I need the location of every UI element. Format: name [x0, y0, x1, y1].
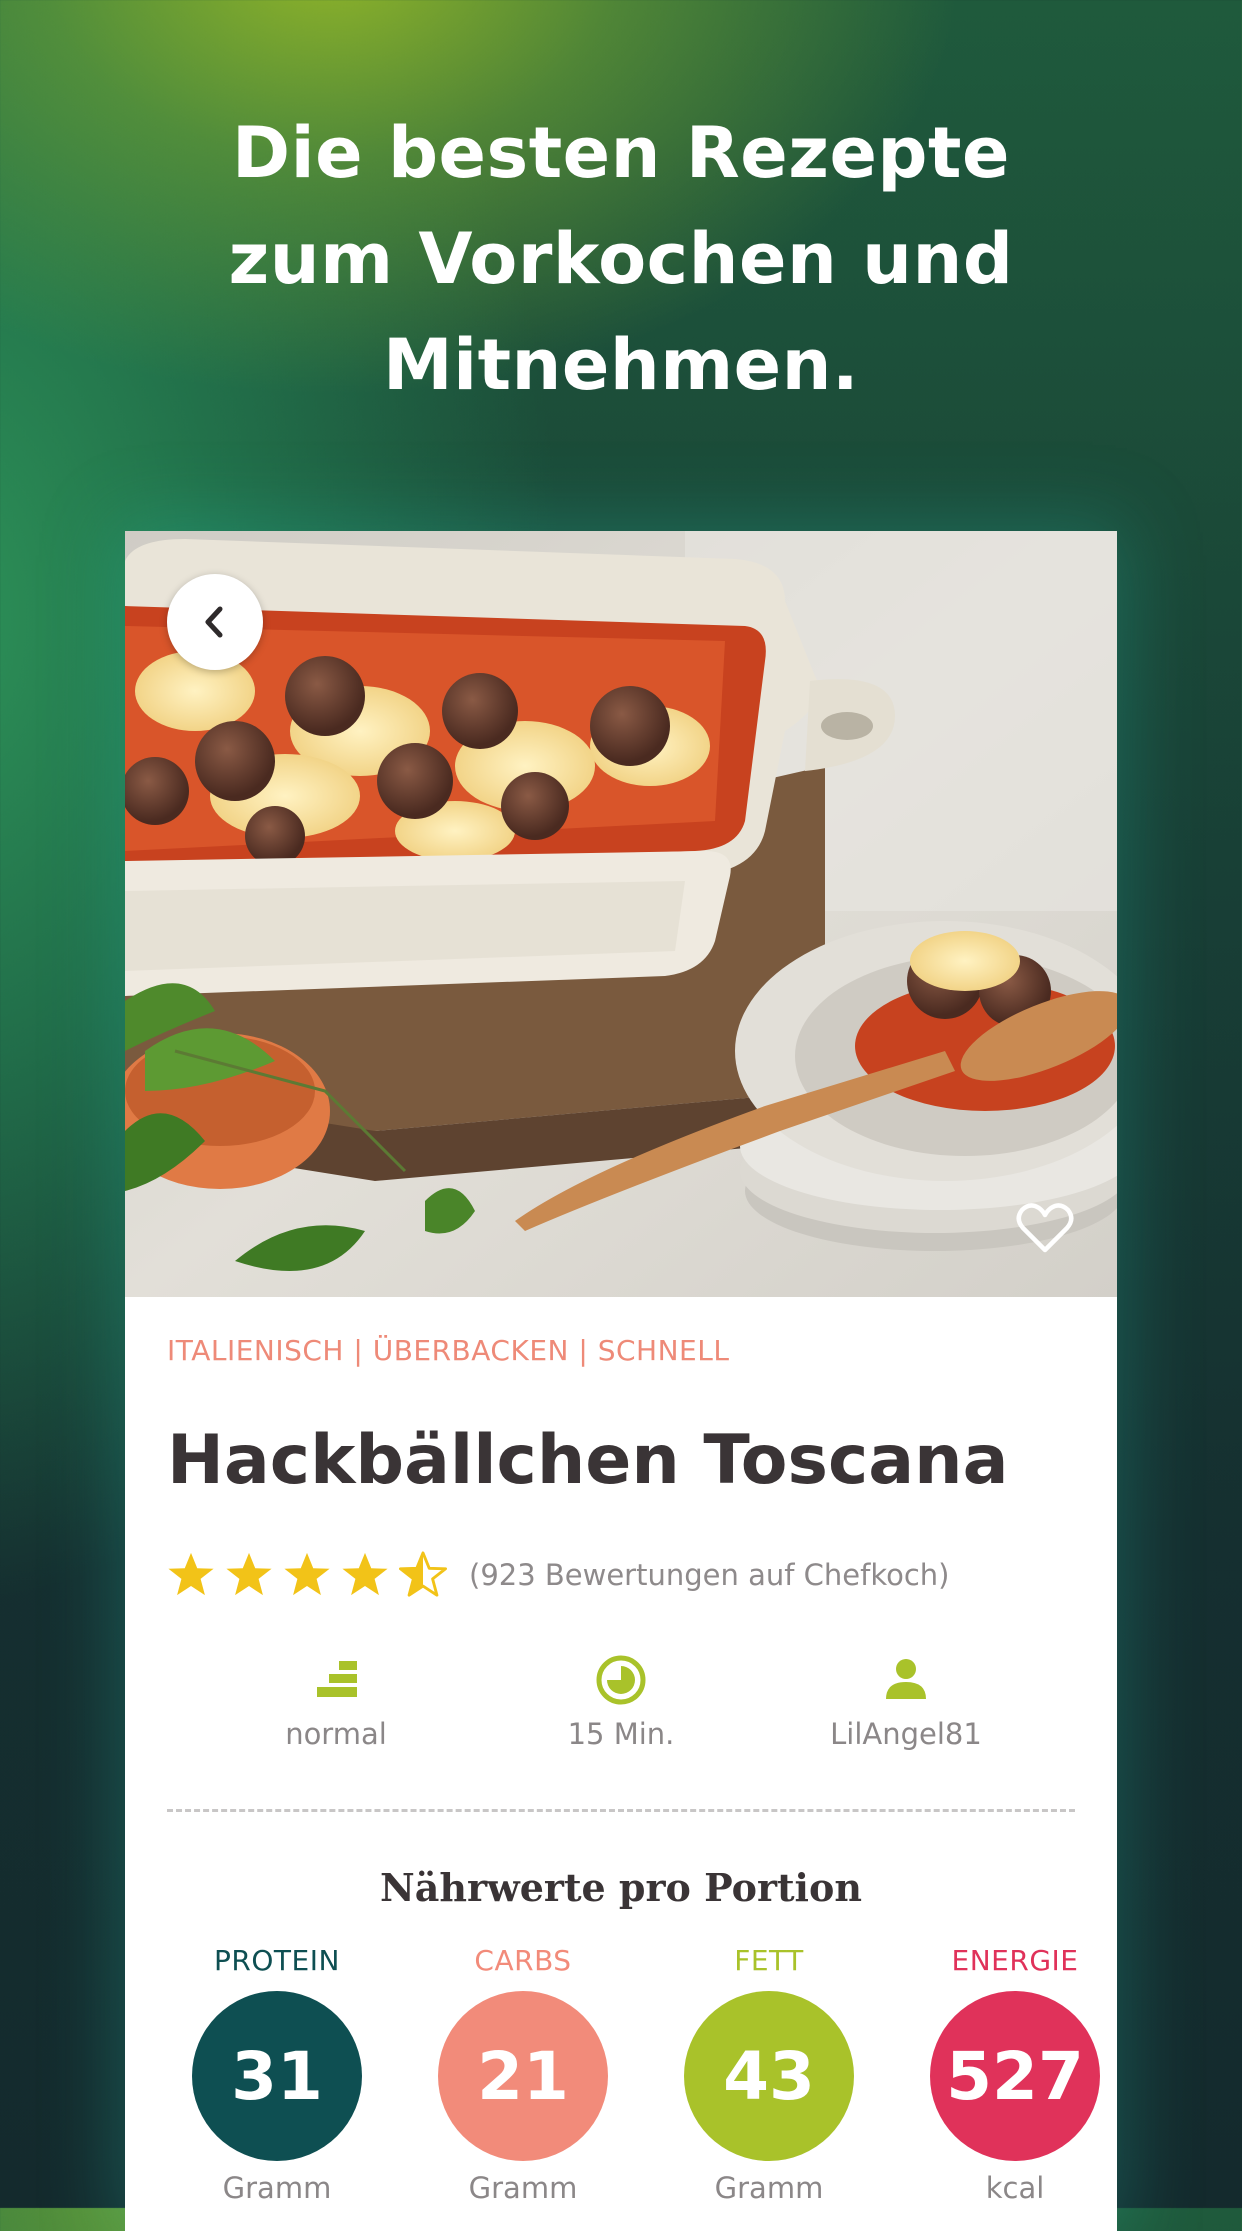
star-icon [342, 1552, 388, 1596]
meta-time: 15 Min. [501, 1653, 741, 1751]
nutrition-label: CARBS [474, 1944, 572, 1977]
nutrition-label: PROTEIN [214, 1944, 340, 1977]
recipe-photo [125, 531, 1117, 1297]
rating-count: (923 Bewertungen auf Chefkoch) [469, 1558, 950, 1592]
difficulty-steps-icon [317, 1661, 357, 1697]
nutrition-value-circle: 31 [192, 1991, 362, 2161]
nutrition-label: ENERGIE [951, 1944, 1079, 1977]
nutrition-unit: Gramm [222, 2171, 332, 2205]
nutrition-value-circle: 527 [930, 1991, 1100, 2161]
clock-icon [596, 1655, 646, 1705]
nutrition-unit: Gramm [468, 2171, 578, 2205]
nutrition-value-circle: 43 [684, 1991, 854, 2161]
rating-stars [167, 1551, 447, 1599]
meta-difficulty: normal [216, 1653, 456, 1751]
chevron-left-icon [205, 606, 223, 638]
nutrition-unit: kcal [985, 2171, 1045, 2205]
nutrition-value-circle: 21 [438, 1991, 608, 2161]
meta-author[interactable]: LilAngel81 [786, 1653, 1026, 1751]
author-label: LilAngel81 [830, 1717, 982, 1751]
back-button[interactable] [167, 574, 263, 670]
recipe-card: ITALIENISCH | ÜBERBACKEN | SCHNELL Hackb… [125, 531, 1117, 2231]
nutrition-label: FETT [734, 1944, 804, 1977]
rating-row: (923 Bewertungen auf Chefkoch) [167, 1545, 949, 1605]
nutrition-fett: FETT 43 Gramm [659, 1944, 879, 2205]
nutrition-carbs: CARBS 21 Gramm [413, 1944, 633, 2205]
recipe-photo-illustration [125, 531, 1117, 1297]
star-icon [168, 1552, 214, 1596]
nutrition-protein: PROTEIN 31 Gramm [167, 1944, 387, 2205]
headline: Die besten Rezepte zum Vorkochen und Mit… [0, 100, 1242, 418]
star-icon [226, 1552, 272, 1596]
favorite-button[interactable] [1016, 1201, 1074, 1255]
heart-icon [1016, 1203, 1074, 1253]
headline-line-2: zum Vorkochen und [228, 218, 1014, 300]
star-icon [284, 1552, 330, 1596]
difficulty-label: normal [285, 1717, 387, 1751]
recipe-tags: ITALIENISCH | ÜBERBACKEN | SCHNELL [167, 1334, 730, 1367]
recipe-meta: normal 15 Min. LilAngel81 [125, 1653, 1117, 1773]
half-star-icon [399, 1551, 447, 1597]
divider [167, 1809, 1075, 1812]
recipe-title: Hackbällchen Toscana [167, 1421, 1009, 1500]
headline-line-3: Mitnehmen. [382, 324, 860, 406]
headline-line-1: Die besten Rezepte [232, 112, 1010, 194]
nutrition-energie: ENERGIE 527 kcal [905, 1944, 1125, 2205]
nutrition-unit: Gramm [714, 2171, 824, 2205]
user-icon [886, 1659, 926, 1699]
nutrition-title: Nährwerte pro Portion [380, 1865, 862, 1910]
time-label: 15 Min. [567, 1717, 675, 1751]
